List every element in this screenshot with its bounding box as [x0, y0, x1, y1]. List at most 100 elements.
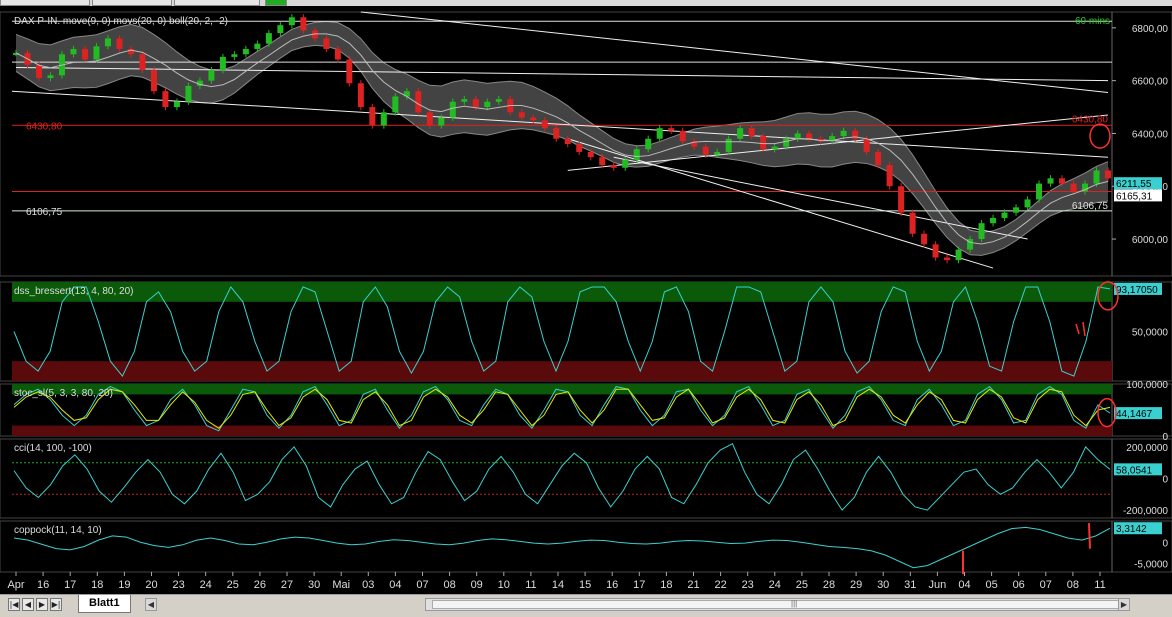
candle-body: [668, 128, 675, 131]
x-axis-label: Mai: [332, 579, 350, 591]
candle-body: [1036, 183, 1043, 200]
horizontal-scrollbar[interactable]: |||: [425, 598, 1130, 611]
panel-tick-3: 0: [1162, 475, 1168, 486]
candle-body: [886, 165, 893, 187]
panel-tick-2: 100,0000: [1126, 380, 1168, 391]
candle-body: [737, 128, 744, 139]
candle-body: [656, 128, 663, 139]
scrollbar-grip: |||: [791, 599, 798, 608]
candle-body: [541, 120, 548, 129]
scroll-left-icon[interactable]: ◀: [145, 598, 157, 611]
candle-body: [783, 138, 790, 147]
first-sheet-button[interactable]: |◀: [8, 598, 20, 611]
value-tag-4: 3,3142: [1116, 524, 1147, 535]
candle-body: [139, 54, 146, 71]
candle-body: [173, 101, 180, 108]
x-axis-label: 23: [742, 579, 754, 591]
candle-body: [104, 38, 111, 47]
next-sheet-button[interactable]: ▶: [36, 598, 48, 611]
candle-body: [587, 151, 594, 158]
price-panel-title: DAX P-IN. move(9, 0) movs(20, 0) boll(20…: [14, 16, 228, 27]
candle-body: [530, 117, 537, 121]
x-axis-label: 16: [606, 579, 618, 591]
candle-body: [334, 48, 341, 60]
x-axis-label: 10: [498, 579, 510, 591]
candle-body: [771, 146, 778, 150]
candle-body: [1070, 183, 1077, 192]
candle-body: [702, 146, 709, 155]
candle-body: [1105, 170, 1111, 179]
candle-body: [346, 59, 353, 84]
candle-body: [208, 70, 215, 81]
x-axis-label: 20: [145, 579, 157, 591]
x-axis-label: 08: [443, 579, 455, 591]
candle-body: [323, 38, 330, 49]
x-axis-label: 23: [172, 579, 184, 591]
candle-body: [622, 159, 629, 168]
candle-body: [231, 54, 238, 57]
price-tick-label: 6600,00: [1132, 77, 1169, 88]
candle-body: [576, 144, 583, 152]
panel-tick-1: 50,0000: [1132, 328, 1169, 339]
candle-body: [162, 91, 169, 108]
candle-body: [300, 17, 307, 31]
panel-tick-3: 200,0000: [1126, 443, 1168, 454]
x-axis-label: Jun: [929, 579, 947, 591]
candle-body: [553, 128, 560, 139]
sheet-tab[interactable]: Blatt1: [78, 595, 131, 613]
x-axis-label: 14: [552, 579, 564, 591]
x-axis-label: Apr: [7, 579, 24, 591]
candle-body: [610, 165, 617, 168]
price-annotation-white: 6106,75: [1072, 201, 1109, 212]
scrollbar-thumb[interactable]: |||: [432, 599, 1122, 609]
candle-body: [438, 117, 445, 126]
price-tick-label: 6000,00: [1132, 235, 1169, 246]
candle-body: [921, 233, 928, 245]
x-axis-label: 07: [416, 579, 428, 591]
last-sheet-button[interactable]: ▶|: [50, 598, 62, 611]
candle-body: [990, 217, 997, 224]
x-axis-label: 03: [362, 579, 374, 591]
scroll-right-icon[interactable]: ▶: [1118, 598, 1130, 611]
candle-body: [714, 151, 721, 155]
candle-body: [944, 257, 951, 261]
candle-body: [794, 133, 801, 139]
candle-body: [806, 133, 813, 139]
panel-tick-2: 0: [1162, 432, 1168, 443]
value-tag-2: 44,1467: [1116, 409, 1153, 420]
price-tick-label: 6800,00: [1132, 24, 1169, 35]
candle-body: [81, 48, 88, 60]
x-axis-label: 16: [37, 579, 49, 591]
panel-title-3: cci(14, 100, -100): [14, 443, 92, 454]
overbought-zone-1: [12, 282, 1112, 302]
candle-body: [645, 138, 652, 150]
x-axis-label: 11: [1094, 579, 1105, 591]
panel-frame-3: [0, 438, 1172, 519]
x-axis-label: 25: [796, 579, 808, 591]
x-axis-label: 07: [1040, 579, 1052, 591]
x-axis-label: 08: [1067, 579, 1079, 591]
candle-body: [1059, 178, 1066, 184]
candle-body: [1001, 212, 1008, 218]
candle-body: [564, 138, 571, 144]
x-axis-label: 31: [904, 579, 916, 591]
candle-body: [426, 112, 433, 126]
candle-body: [599, 157, 606, 166]
panel-tick-4: -5,0000: [1134, 560, 1168, 571]
panel-title-1: dss_bressert(13, 4, 80, 20): [14, 286, 134, 297]
value-tag-3: 58,0541: [1116, 465, 1153, 476]
candle-body: [116, 38, 123, 49]
candle-body: [70, 48, 77, 55]
prev-sheet-button[interactable]: ◀: [22, 598, 34, 611]
status-bar: |◀ ◀ ▶ ▶| Blatt1 ||| ◀ ▶: [0, 594, 1172, 617]
candle-body: [472, 99, 479, 108]
candle-body: [1047, 178, 1054, 184]
candle-body: [909, 212, 916, 234]
panel-title-2: stoc_sl(5, 3, 3, 80, 20): [14, 388, 113, 399]
candle-body: [277, 25, 284, 34]
price-tag-0: 6211,55: [1116, 179, 1152, 190]
candle-body: [1013, 207, 1020, 213]
candle-body: [380, 112, 387, 126]
candle-body: [978, 223, 985, 240]
level-label-1: 6106,75: [26, 207, 63, 218]
